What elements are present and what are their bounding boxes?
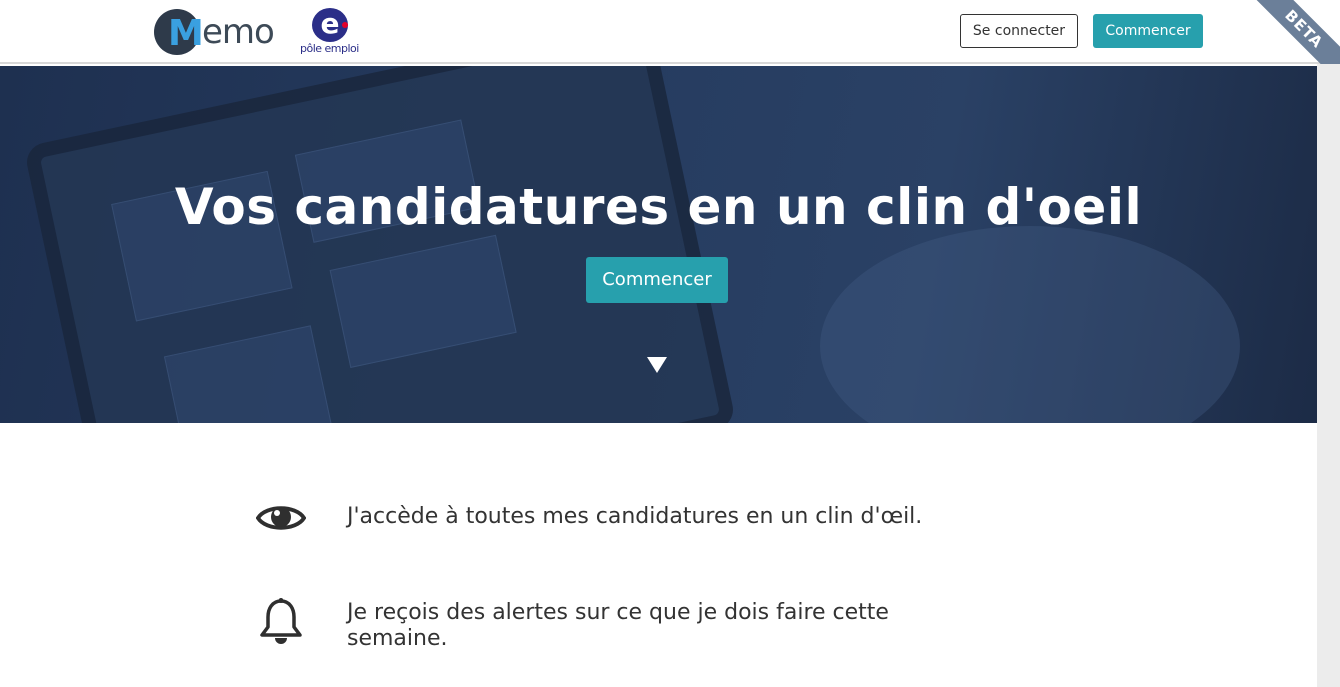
feature-text-alerts: Je reçois des alertes sur ce que je dois…: [347, 600, 889, 651]
page-scrollbar[interactable]: [1317, 64, 1340, 687]
bell-icon: [260, 598, 302, 644]
hero-start-button[interactable]: Commencer: [586, 257, 728, 303]
pole-emploi-logo[interactable]: e pôle emploi: [298, 8, 364, 58]
site-header: M emo e pôle emploi Se connecter Commenc…: [0, 0, 1340, 64]
login-button[interactable]: Se connecter: [960, 14, 1078, 48]
hero-title: Vos candidatures en un clin d'oeil: [174, 178, 1143, 236]
triangle-down-icon[interactable]: [646, 356, 668, 374]
hero-section: Vos candidatures en un clin d'oeil Comme…: [0, 66, 1317, 423]
hero-background-laptop: [23, 66, 737, 423]
memo-logo-text: emo: [202, 12, 275, 52]
header-start-button[interactable]: Commencer: [1093, 14, 1203, 48]
memo-logo-circle: M: [154, 9, 204, 55]
memo-logo-m: M: [168, 13, 204, 54]
eye-icon: [256, 506, 306, 530]
hero-background-glow: [820, 226, 1240, 423]
pole-emploi-logo-dot: [342, 22, 348, 28]
feature-text-applications: J'accède à toutes mes candidatures en un…: [347, 504, 923, 529]
memo-logo[interactable]: M emo: [154, 8, 275, 56]
pole-emploi-logo-text: pôle emploi: [300, 42, 359, 55]
